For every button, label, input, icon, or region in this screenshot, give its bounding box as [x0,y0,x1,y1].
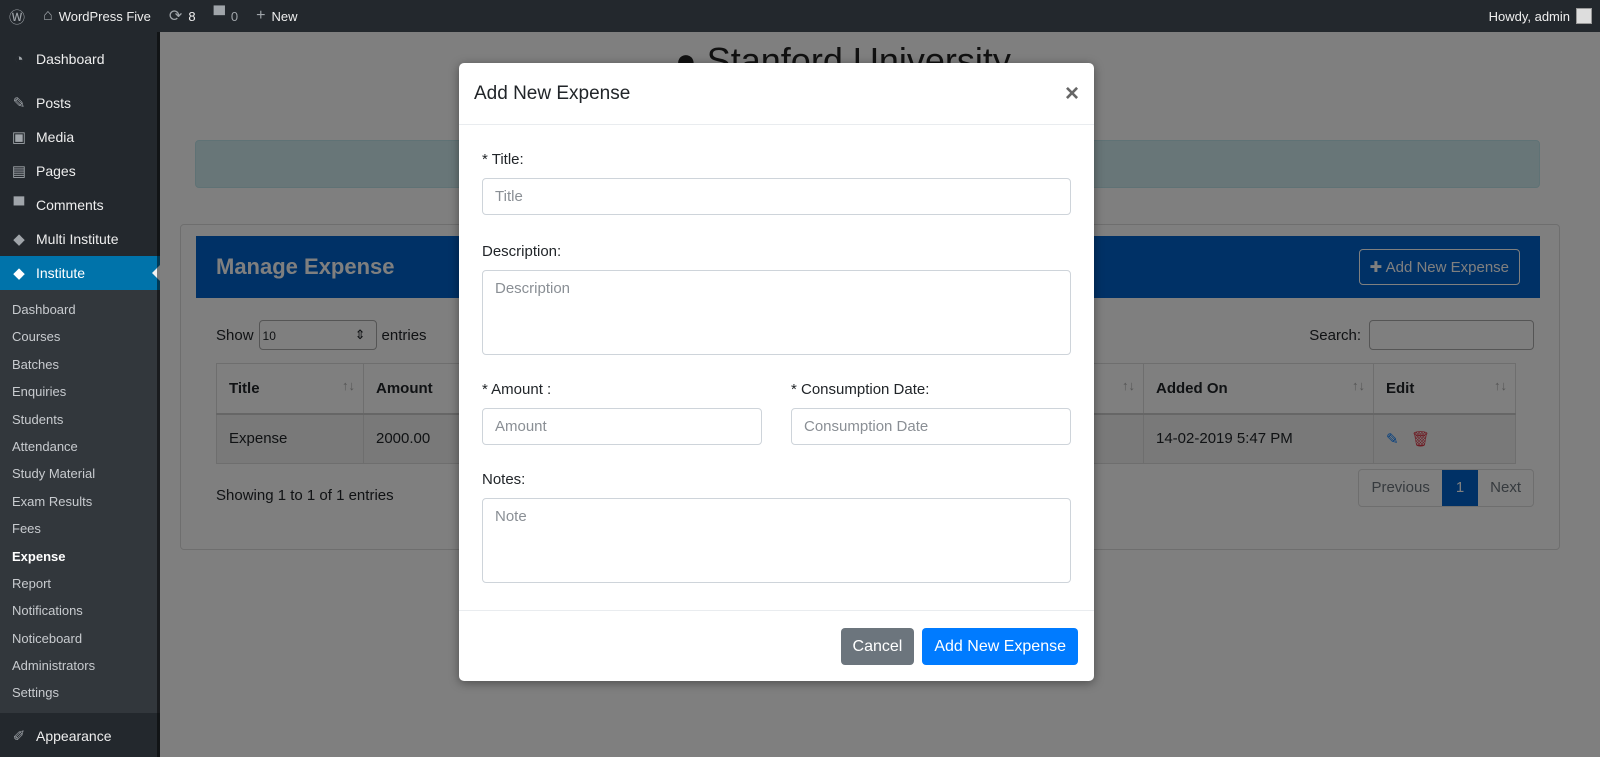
mortarboard-icon: ◆ [13,265,25,282]
submenu-notifications[interactable]: Notifications [0,597,160,624]
label: Multi Institute [36,231,119,247]
label: Pages [36,163,76,179]
submenu-settings[interactable]: Settings [0,679,160,706]
submenu-courses[interactable]: Courses [0,323,160,350]
consumption-date-input[interactable]: Consumption Date [791,408,1071,445]
sidebar-item-posts[interactable]: ✎ Posts [0,86,160,120]
howdy-text: Howdy, admin [1488,8,1570,24]
refresh-icon: ⟳ [168,8,183,25]
label: Appearance [36,727,112,744]
cancel-button[interactable]: Cancel [840,627,915,665]
submenu-noticeboard[interactable]: Noticeboard [0,625,160,652]
institute-submenu: Dashboard Courses Batches Enquiries Stud… [0,290,160,713]
new-content-link[interactable]: + New [247,0,306,32]
label: Media [36,129,75,145]
comments-count: 0 [230,8,239,24]
title-label: * Title: [482,151,524,168]
site-name-link[interactable]: ⌂ WordPress Five [34,0,160,32]
comment-icon: ▀ [13,196,25,214]
title-input[interactable]: Title [482,178,1071,215]
new-label: New [271,8,298,24]
avatar [1576,8,1592,24]
media-icon: ▣ [11,129,27,146]
sidebar-item-media[interactable]: ▣ Media [0,120,160,154]
comments-link[interactable]: ▀ 0 [205,0,248,32]
modal-body: * Title: Title Description: Description … [459,151,1094,583]
sidebar-item-comments[interactable]: ▀ Comments [0,188,160,222]
close-icon[interactable]: × [1065,80,1079,108]
submenu-dashboard[interactable]: Dashboard [0,296,160,323]
mortarboard-icon: ◆ [13,231,25,248]
consumption-date-label: * Consumption Date: [791,381,930,398]
site-name: WordPress Five [58,8,151,24]
modal-title: Add New Expense [474,82,631,104]
pin-icon: ✎ [12,95,26,112]
sidebar-item-dashboard[interactable]: ◔ Dashboard [0,42,160,76]
wordpress-logo-button[interactable]: Ⓦ [0,0,34,32]
wordpress-icon: Ⓦ [9,10,26,27]
comment-icon: ▀ [213,7,225,24]
sidebar: ◔ Dashboard ✎ Posts ▣ Media ▤ Pages ▀ Comment… [0,32,160,757]
notes-label: Notes: [482,471,526,488]
submenu-enquiries[interactable]: Enquiries [0,378,160,405]
home-icon: ⌂ [43,7,53,24]
submit-expense-button[interactable]: Add New Expense [922,627,1078,665]
label: Posts [36,95,72,111]
submenu-expense[interactable]: Expense [0,543,160,570]
account-menu[interactable]: Howdy, admin [1489,8,1600,24]
label: Dashboard [36,51,105,67]
submenu-report[interactable]: Report [0,570,160,597]
updates-link[interactable]: ⟳ 8 [160,0,205,32]
amount-label: * Amount : [482,381,552,398]
submenu-administrators[interactable]: Administrators [0,652,160,679]
amount-input[interactable]: Amount [482,408,762,445]
description-label: Description: [482,243,562,260]
admin-bar: Ⓦ ⌂ WordPress Five ⟳ 8 ▀ 0 + New Howdy, admi… [0,0,1600,32]
submenu-attendance[interactable]: Attendance [0,433,160,460]
submenu-batches[interactable]: Batches [0,351,160,378]
label: Institute [36,265,86,281]
gauge-icon: ◔ [14,50,24,68]
label: Comments [36,197,104,213]
updates-count: 8 [188,8,196,24]
notes-textarea[interactable]: Note [482,498,1071,583]
submenu-students[interactable]: Students [0,406,160,433]
submenu-exam-results[interactable]: Exam Results [0,488,160,515]
sidebar-item-multi-institute[interactable]: ◆ Multi Institute [0,222,160,256]
submenu-study-material[interactable]: Study Material [0,460,160,487]
brush-icon: ✐ [12,727,26,745]
sidebar-item-appearance[interactable]: ✐ Appearance [0,719,160,753]
modal-header: Add New Expense × [459,63,1094,125]
plus-icon: + [256,7,266,24]
description-textarea[interactable]: Description [482,270,1071,355]
sidebar-item-institute[interactable]: ◆ Institute [0,256,160,290]
pages-icon: ▤ [11,163,27,180]
add-expense-modal: Add New Expense × * Title: Title Descrip… [459,63,1094,681]
sidebar-item-pages[interactable]: ▤ Pages [0,154,160,188]
submenu-fees[interactable]: Fees [0,515,160,542]
modal-footer: Cancel Add New Expense [459,610,1094,681]
